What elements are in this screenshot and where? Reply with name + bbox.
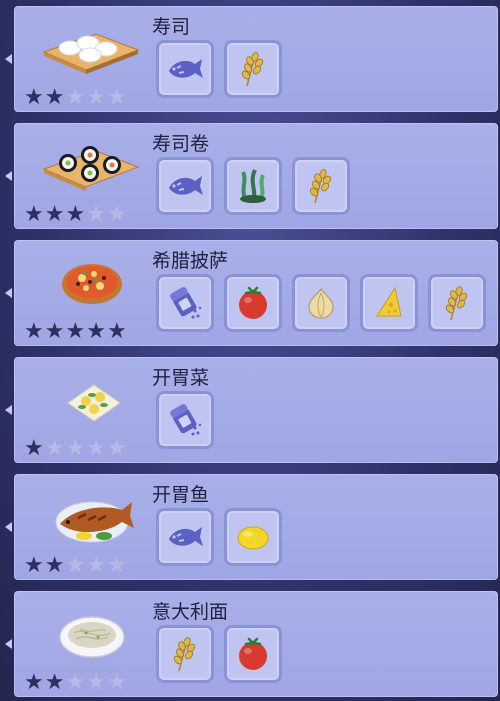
ingredient-slot[interactable] (224, 508, 282, 566)
ingredient-slot[interactable] (428, 274, 486, 332)
star-empty-icon: ★ (65, 436, 86, 461)
star-empty-icon: ★ (106, 553, 127, 578)
fish-icon (165, 49, 205, 89)
fish-icon (165, 166, 205, 206)
card-pointer (5, 288, 12, 298)
ingredient-slot[interactable] (156, 40, 214, 98)
grilled-fish-icon (34, 480, 144, 552)
recipe-name: 寿司卷 (152, 133, 210, 155)
star-rating: ★ ★ ★ ★ ★ (24, 202, 127, 227)
salt-icon (165, 400, 205, 440)
star-empty-icon: ★ (86, 436, 106, 461)
ingredient-slot[interactable] (292, 274, 350, 332)
star-filled-icon: ★ (24, 319, 44, 344)
star-empty-icon: ★ (65, 553, 86, 578)
star-empty-icon: ★ (106, 85, 127, 110)
star-filled-icon: ★ (24, 670, 44, 695)
fish-icon (165, 517, 205, 557)
tomato-icon (233, 634, 273, 674)
star-filled-icon: ★ (44, 670, 65, 695)
star-empty-icon: ★ (86, 553, 106, 578)
star-empty-icon: ★ (44, 436, 65, 461)
star-rating: ★ ★ ★ ★ ★ (24, 85, 127, 110)
recipe-name: 寿司 (152, 16, 191, 38)
star-empty-icon: ★ (106, 202, 127, 227)
star-filled-icon: ★ (44, 319, 65, 344)
ingredient-slot[interactable] (156, 274, 214, 332)
pizza-icon (34, 246, 144, 318)
seaweed-icon (233, 166, 273, 206)
appetizer-icon (34, 363, 144, 435)
star-filled-icon: ★ (24, 202, 44, 227)
wheat-icon (437, 283, 477, 323)
recipe-card[interactable]: ★ ★ ★ ★ ★ 意大利面 (5, 591, 498, 697)
star-empty-icon: ★ (106, 670, 127, 695)
recipe-name: 开胃鱼 (152, 484, 210, 506)
onion-icon (301, 283, 341, 323)
cheese-icon (369, 283, 409, 323)
card-pointer (5, 405, 12, 415)
star-filled-icon: ★ (106, 319, 127, 344)
tomato-icon (233, 283, 273, 323)
card-pointer (5, 171, 12, 181)
star-empty-icon: ★ (86, 202, 106, 227)
ingredient-slot[interactable] (292, 157, 350, 215)
recipe-card[interactable]: ★ ★ ★ ★ ★ 寿司 (5, 6, 498, 112)
recipe-card[interactable]: ★ ★ ★ ★ ★ 寿司卷 (5, 123, 498, 229)
star-filled-icon: ★ (65, 319, 86, 344)
star-filled-icon: ★ (24, 553, 44, 578)
recipe-card[interactable]: ★ ★ ★ ★ ★ 开胃鱼 (5, 474, 498, 580)
sushi-icon (34, 12, 144, 84)
star-filled-icon: ★ (44, 553, 65, 578)
star-empty-icon: ★ (65, 670, 86, 695)
recipe-card[interactable]: ★ ★ ★ ★ ★ 希腊披萨 (5, 240, 498, 346)
salt-icon (165, 283, 205, 323)
star-rating: ★ ★ ★ ★ ★ (24, 436, 127, 461)
star-empty-icon: ★ (106, 436, 127, 461)
ingredient-list (156, 508, 282, 566)
ingredient-slot[interactable] (224, 625, 282, 683)
star-rating: ★ ★ ★ ★ ★ (24, 670, 127, 695)
card-pointer (5, 522, 12, 532)
star-rating: ★ ★ ★ ★ ★ (24, 553, 127, 578)
ingredient-slot[interactable] (156, 625, 214, 683)
ingredient-list (156, 157, 350, 215)
wheat-icon (233, 49, 273, 89)
recipe-name: 开胃菜 (152, 367, 210, 389)
wheat-icon (165, 634, 205, 674)
ingredient-slot[interactable] (224, 274, 282, 332)
lemon-icon (233, 517, 273, 557)
card-pointer (5, 639, 12, 649)
recipe-name: 意大利面 (152, 601, 229, 623)
star-filled-icon: ★ (65, 202, 86, 227)
sushi-roll-icon (34, 129, 144, 201)
ingredient-slot[interactable] (156, 508, 214, 566)
ingredient-slot[interactable] (156, 157, 214, 215)
ingredient-list (156, 391, 214, 449)
ingredient-slot[interactable] (360, 274, 418, 332)
star-filled-icon: ★ (44, 85, 65, 110)
star-empty-icon: ★ (65, 85, 86, 110)
star-filled-icon: ★ (44, 202, 65, 227)
wheat-icon (301, 166, 341, 206)
star-empty-icon: ★ (86, 85, 106, 110)
recipe-name: 希腊披萨 (152, 250, 229, 272)
ingredient-list (156, 625, 282, 683)
ingredient-list (156, 40, 282, 98)
card-pointer (5, 54, 12, 64)
star-filled-icon: ★ (24, 436, 44, 461)
ingredient-list (156, 274, 486, 332)
ingredient-slot[interactable] (156, 391, 214, 449)
star-empty-icon: ★ (86, 670, 106, 695)
pasta-icon (34, 597, 144, 669)
star-filled-icon: ★ (86, 319, 106, 344)
star-rating: ★ ★ ★ ★ ★ (24, 319, 127, 344)
ingredient-slot[interactable] (224, 40, 282, 98)
ingredient-slot[interactable] (224, 157, 282, 215)
star-filled-icon: ★ (24, 85, 44, 110)
recipe-card[interactable]: ★ ★ ★ ★ ★ 开胃菜 (5, 357, 498, 463)
